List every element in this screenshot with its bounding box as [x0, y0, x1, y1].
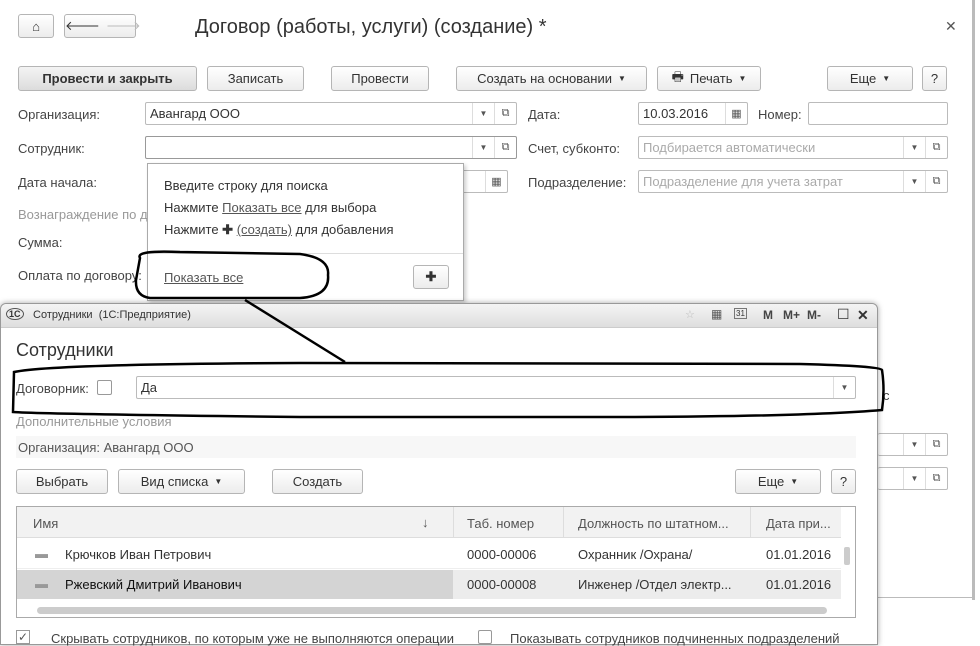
annotation-connector: [244, 298, 346, 364]
annotation-ellipse-contractor: [11, 361, 885, 419]
annotation-overlay: [11, 250, 885, 419]
annotation-ellipse-show-all: [134, 250, 330, 300]
